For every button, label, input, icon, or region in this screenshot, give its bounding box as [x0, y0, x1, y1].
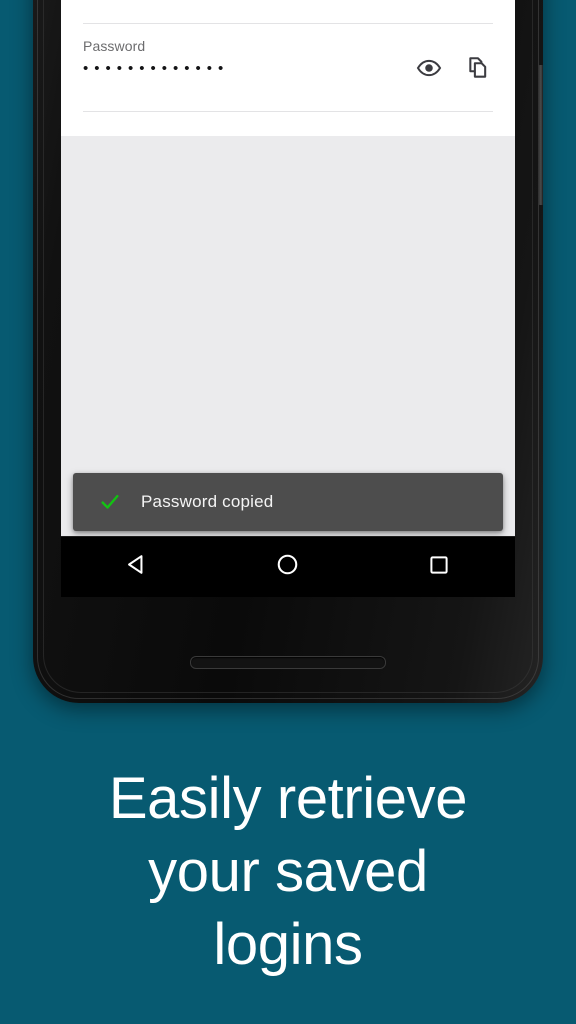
triangle-back-icon: [123, 551, 150, 583]
credentials-card: Username asadotzler Pas: [61, 0, 515, 136]
phone-screen: Username asadotzler Pas: [61, 0, 515, 536]
username-field-row[interactable]: Username asadotzler: [61, 0, 515, 24]
password-divider: [83, 111, 493, 112]
copy-username-button[interactable]: [459, 0, 499, 2]
password-row-actions: [409, 24, 499, 112]
phone-device-frame: Username asadotzler Pas: [33, 0, 543, 703]
promo-caption: Easily retrieve your saved logins: [0, 762, 576, 981]
nav-home-button[interactable]: [251, 543, 325, 591]
snackbar-message: Password copied: [141, 492, 274, 511]
nav-recents-button[interactable]: [402, 543, 476, 591]
username-row-actions: [459, 0, 499, 24]
snackbar-toast[interactable]: Password copied: [73, 473, 503, 531]
caption-line-1: Easily retrieve: [108, 766, 468, 831]
copy-icon: [466, 55, 492, 81]
caption-line-3: logins: [213, 912, 363, 977]
check-icon: [99, 491, 121, 513]
password-field-row[interactable]: Password •••••••••••••: [61, 24, 515, 112]
device-speaker-grille: [190, 656, 386, 669]
copy-password-button[interactable]: [459, 48, 499, 88]
square-recents-icon: [427, 553, 451, 582]
reveal-password-button[interactable]: [409, 48, 449, 88]
nav-back-button[interactable]: [100, 543, 174, 591]
device-side-button[interactable]: [538, 65, 543, 205]
android-navigation-bar: [61, 536, 515, 597]
circle-home-icon: [275, 552, 300, 582]
eye-icon: [416, 55, 442, 81]
caption-line-2: your saved: [148, 839, 428, 904]
